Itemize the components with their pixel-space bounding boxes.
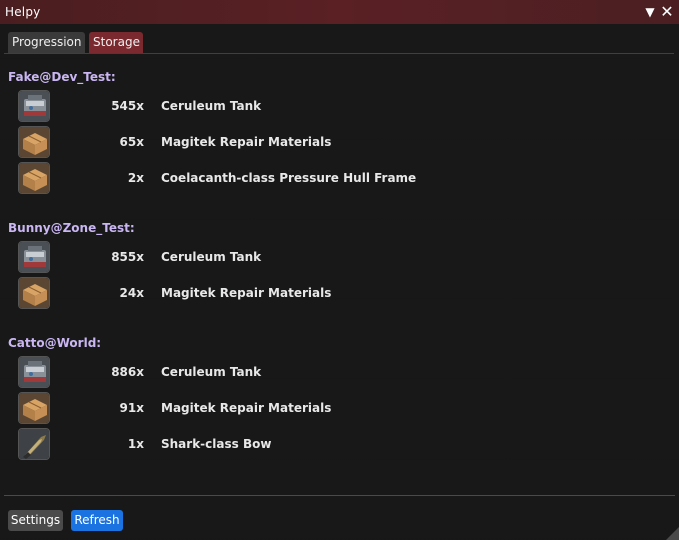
resize-grip-icon[interactable] bbox=[665, 526, 679, 540]
window-title: Helpy bbox=[5, 5, 41, 19]
character-name: Catto@World: bbox=[8, 336, 102, 350]
tab-underline bbox=[4, 53, 674, 54]
item-quantity: 65x bbox=[119, 135, 144, 149]
tab-storage[interactable]: Storage bbox=[89, 32, 143, 53]
ceruleum-tank-icon bbox=[18, 241, 50, 273]
ceruleum-tank-icon bbox=[18, 356, 50, 388]
ceruleum-tank-icon bbox=[18, 90, 50, 122]
title-bar[interactable]: Helpy ▼ ✕ bbox=[0, 0, 679, 24]
item-quantity: 24x bbox=[119, 286, 144, 300]
item-name: Magitek Repair Materials bbox=[161, 286, 332, 300]
hull-frame-icon bbox=[18, 162, 50, 194]
item-quantity: 886x bbox=[111, 365, 144, 379]
item-name: Shark-class Bow bbox=[161, 437, 272, 451]
footer-divider bbox=[4, 495, 675, 496]
repair-materials-icon bbox=[18, 277, 50, 309]
item-name: Coelacanth-class Pressure Hull Frame bbox=[161, 171, 417, 185]
helpy-window: Helpy ▼ ✕ Progression Storage Fake@Dev_T… bbox=[0, 0, 679, 540]
refresh-button[interactable]: Refresh bbox=[71, 510, 123, 531]
item-name: Ceruleum Tank bbox=[161, 365, 262, 379]
list-item: 1x Shark-class Bow bbox=[0, 428, 679, 462]
tab-progression[interactable]: Progression bbox=[8, 32, 85, 53]
item-quantity: 545x bbox=[111, 99, 144, 113]
list-item: 886x Ceruleum Tank bbox=[0, 356, 679, 390]
item-name: Magitek Repair Materials bbox=[161, 135, 332, 149]
list-item: 2x Coelacanth-class Pressure Hull Frame bbox=[0, 162, 679, 196]
repair-materials-icon bbox=[18, 392, 50, 424]
item-name: Ceruleum Tank bbox=[161, 250, 262, 264]
item-name: Magitek Repair Materials bbox=[161, 401, 332, 415]
character-name: Bunny@Zone_Test: bbox=[8, 221, 135, 235]
item-quantity: 91x bbox=[119, 401, 144, 415]
repair-materials-icon bbox=[18, 126, 50, 158]
character-name: Fake@Dev_Test: bbox=[8, 70, 116, 84]
list-item: 65x Magitek Repair Materials bbox=[0, 126, 679, 160]
item-quantity: 1x bbox=[127, 437, 144, 451]
list-item: 24x Magitek Repair Materials bbox=[0, 277, 679, 311]
item-name: Ceruleum Tank bbox=[161, 99, 262, 113]
settings-button[interactable]: Settings bbox=[8, 510, 63, 531]
collapse-icon[interactable]: ▼ bbox=[642, 2, 658, 22]
item-quantity: 855x bbox=[111, 250, 144, 264]
list-item: 91x Magitek Repair Materials bbox=[0, 392, 679, 426]
item-quantity: 2x bbox=[127, 171, 144, 185]
list-item: 855x Ceruleum Tank bbox=[0, 241, 679, 275]
list-item: 545x Ceruleum Tank bbox=[0, 90, 679, 124]
tab-bar: Progression Storage bbox=[8, 32, 143, 54]
close-icon[interactable]: ✕ bbox=[659, 2, 675, 22]
shark-bow-icon bbox=[18, 428, 50, 460]
